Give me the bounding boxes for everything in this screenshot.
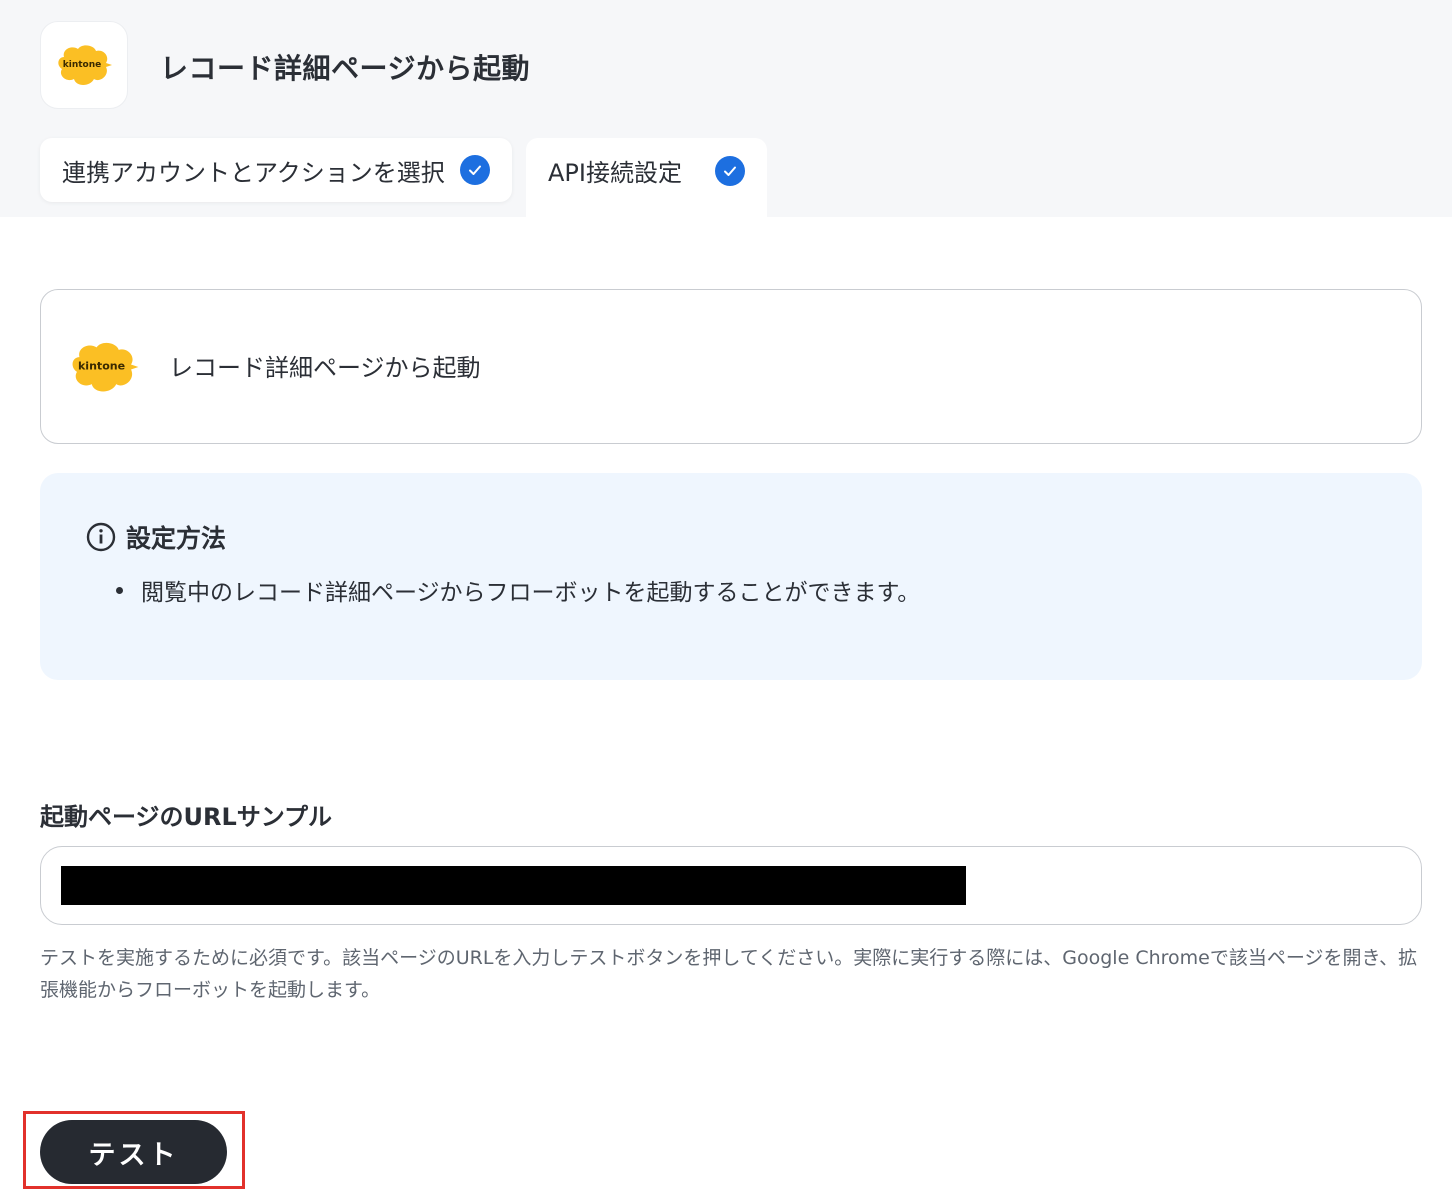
page-title: レコード詳細ページから起動 bbox=[160, 52, 530, 85]
url-help-text: テストを実施するために必須です。該当ページのURLを入力しテストボタンを押してく… bbox=[40, 947, 1418, 1001]
redacted-url bbox=[61, 866, 966, 905]
url-field-label: 起動ページのURLサンプル bbox=[40, 803, 333, 831]
kintone-logo-icon: kintone bbox=[58, 45, 112, 85]
tab-account-action[interactable]: 連携アカウントとアクションを選択 bbox=[40, 138, 512, 202]
info-title: 設定方法 bbox=[86, 519, 226, 555]
svg-text:kintone: kintone bbox=[63, 60, 101, 70]
kintone-logo-tile: kintone bbox=[40, 21, 128, 109]
info-icon bbox=[86, 522, 116, 552]
check-icon bbox=[715, 155, 745, 186]
header: kintone レコード詳細ページから起動 連携アカウントとアクションを選択 A… bbox=[0, 0, 1452, 217]
bullet bbox=[116, 586, 123, 594]
action-card: kintone レコード詳細ページから起動 bbox=[40, 289, 1422, 444]
info-box: 設定方法 閲覧中のレコード詳細ページからフローボットを起動することができます。 bbox=[40, 473, 1422, 680]
tab-api-settings[interactable]: API接続設定 bbox=[526, 138, 767, 217]
tab-label: API接続設定 bbox=[548, 159, 682, 187]
info-title-text: 設定方法 bbox=[126, 524, 227, 553]
svg-text:kintone: kintone bbox=[78, 359, 125, 372]
url-sample-input[interactable] bbox=[40, 846, 1422, 925]
list-item: 閲覧中のレコード詳細ページからフローボットを起動することができます。 bbox=[116, 573, 920, 607]
kintone-logo: kintone bbox=[67, 340, 141, 398]
tab-label: 連携アカウントとアクションを選択 bbox=[62, 158, 445, 187]
test-button[interactable]: テスト bbox=[40, 1120, 227, 1184]
check-icon bbox=[460, 155, 490, 185]
kintone-logo-icon: kintone bbox=[72, 342, 139, 392]
info-item-text: 閲覧中のレコード詳細ページからフローボットを起動することができます。 bbox=[141, 580, 921, 606]
action-label: レコード詳細ページから起動 bbox=[169, 354, 481, 382]
